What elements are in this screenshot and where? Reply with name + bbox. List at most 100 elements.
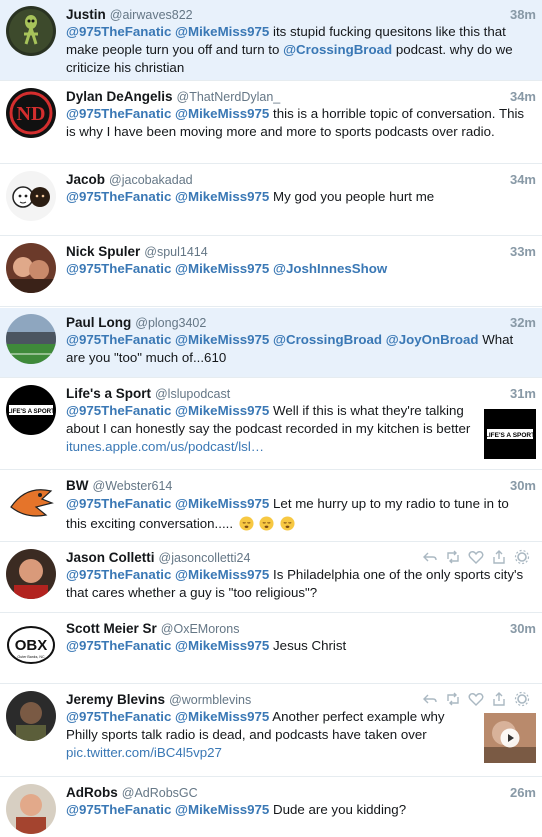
mention-link[interactable]: @CrossingBroad bbox=[283, 42, 392, 57]
mention-link[interactable]: @975TheFanatic bbox=[66, 24, 171, 39]
tweet-item[interactable]: Jacob @jacobakadad 34m @975TheFanatic @Mi… bbox=[0, 165, 542, 236]
mention-link[interactable]: @975TheFanatic bbox=[66, 403, 171, 418]
mention-link[interactable]: @975TheFanatic bbox=[66, 189, 171, 204]
timestamp[interactable]: 32m bbox=[510, 314, 536, 331]
mention-link[interactable]: @975TheFanatic bbox=[66, 802, 171, 817]
user-handle[interactable]: @lslupodcast bbox=[155, 387, 230, 401]
display-name[interactable]: Scott Meier Sr bbox=[66, 621, 157, 636]
reply-icon[interactable] bbox=[422, 549, 438, 565]
mention-link[interactable]: @MikeMiss975 bbox=[175, 403, 269, 418]
like-icon[interactable] bbox=[468, 691, 484, 707]
avatar[interactable]: OBX Outer Banks, NC bbox=[6, 620, 56, 670]
tweet-item[interactable]: ND Dylan DeAngelis @ThatNerdDylan_ 34m @9… bbox=[0, 82, 542, 164]
avatar[interactable] bbox=[6, 171, 56, 221]
mention-link[interactable]: @MikeMiss975 bbox=[175, 709, 269, 724]
mention-link[interactable]: @MikeMiss975 bbox=[175, 24, 269, 39]
user-handle[interactable]: @ThatNerdDylan_ bbox=[177, 90, 281, 104]
tweet-item[interactable]: Jeremy Blevins @wormblevins @975TheFanati… bbox=[0, 685, 542, 777]
user-handle[interactable]: @jacobakadad bbox=[109, 173, 193, 187]
tweet-item[interactable]: Nick Spuler @spul1414 33m @975TheFanatic … bbox=[0, 237, 542, 307]
mention-link[interactable]: @975TheFanatic bbox=[66, 261, 171, 276]
timestamp[interactable]: 33m bbox=[510, 243, 536, 260]
tweet-header: Jeremy Blevins @wormblevins bbox=[66, 691, 536, 709]
url-link[interactable]: itunes.apple.com/us/podcast/lsl… bbox=[66, 439, 264, 454]
display-name[interactable]: Jacob bbox=[66, 172, 105, 187]
share-icon[interactable] bbox=[491, 691, 507, 707]
timestamp[interactable]: 38m bbox=[510, 6, 536, 23]
mention-link[interactable]: @CrossingBroad bbox=[273, 332, 382, 347]
mention-link[interactable]: @MikeMiss975 bbox=[175, 496, 269, 511]
user-handle[interactable]: @OxEMorons bbox=[161, 622, 240, 636]
mention-link[interactable]: @MikeMiss975 bbox=[175, 802, 269, 817]
mention-link[interactable]: @975TheFanatic bbox=[66, 567, 171, 582]
display-name[interactable]: AdRobs bbox=[66, 785, 118, 800]
user-handle[interactable]: @AdRobsGC bbox=[122, 786, 198, 800]
retweet-icon[interactable] bbox=[445, 549, 461, 565]
display-name[interactable]: Jeremy Blevins bbox=[66, 692, 165, 707]
mention-link[interactable]: @JoshInnesShow bbox=[273, 261, 387, 276]
mention-link[interactable]: @975TheFanatic bbox=[66, 638, 171, 653]
share-icon[interactable] bbox=[491, 549, 507, 565]
display-name[interactable]: Dylan DeAngelis bbox=[66, 89, 173, 104]
timestamp[interactable]: 34m bbox=[510, 88, 536, 105]
tweet-item[interactable]: AdRobs @AdRobsGC 26m @975TheFanatic @Mike… bbox=[0, 778, 542, 837]
like-icon[interactable] bbox=[468, 549, 484, 565]
video-thumbnail[interactable] bbox=[484, 713, 536, 763]
user-handle[interactable]: @spul1414 bbox=[144, 245, 207, 259]
mention-link[interactable]: @975TheFanatic bbox=[66, 106, 171, 121]
mention-link[interactable]: @MikeMiss975 bbox=[175, 638, 269, 653]
tweet-body-text: My god you people hurt me bbox=[273, 189, 435, 204]
avatar[interactable] bbox=[6, 314, 56, 364]
avatar[interactable]: LIFE'S A SPORT bbox=[6, 385, 56, 435]
avatar[interactable] bbox=[6, 477, 56, 527]
display-name[interactable]: BW bbox=[66, 478, 89, 493]
avatar[interactable] bbox=[6, 6, 56, 56]
stadium-avatar-icon bbox=[6, 314, 56, 364]
user-handle[interactable]: @wormblevins bbox=[169, 693, 251, 707]
reply-icon[interactable] bbox=[422, 691, 438, 707]
mention-link[interactable]: @975TheFanatic bbox=[66, 496, 171, 511]
timestamp[interactable]: 31m bbox=[510, 385, 536, 402]
retweet-icon[interactable] bbox=[445, 691, 461, 707]
display-name[interactable]: Life's a Sport bbox=[66, 386, 151, 401]
display-name[interactable]: Justin bbox=[66, 7, 106, 22]
mention-link[interactable]: @MikeMiss975 bbox=[175, 189, 269, 204]
avatar[interactable] bbox=[6, 691, 56, 741]
avatar[interactable] bbox=[6, 243, 56, 293]
mention-link[interactable]: @MikeMiss975 bbox=[175, 567, 269, 582]
avatar[interactable] bbox=[6, 784, 56, 834]
mention-link[interactable]: @975TheFanatic bbox=[66, 709, 171, 724]
podcast-logo-thumbnail: LIFE'S A SPORT bbox=[484, 409, 536, 459]
tweet-text: @975TheFanatic @MikeMiss975 Another perf… bbox=[66, 708, 472, 762]
timestamp[interactable]: 30m bbox=[510, 477, 536, 494]
avatar[interactable] bbox=[6, 549, 56, 599]
user-handle[interactable]: @jasoncolletti24 bbox=[159, 551, 251, 565]
display-name[interactable]: Jason Colletti bbox=[66, 550, 155, 565]
tweet-item[interactable]: BW @Webster614 30m @975TheFanatic @MikeMi… bbox=[0, 471, 542, 542]
tweet-item[interactable]: OBX Outer Banks, NC Scott Meier Sr @OxEMo… bbox=[0, 614, 542, 684]
mention-link[interactable]: @JoyOnBroad bbox=[386, 332, 479, 347]
tweet-item[interactable]: Jason Colletti @jasoncolletti24 @975TheFa… bbox=[0, 543, 542, 613]
mention-link[interactable]: @MikeMiss975 bbox=[175, 106, 269, 121]
user-handle[interactable]: @plong3402 bbox=[135, 316, 206, 330]
timestamp[interactable]: 30m bbox=[510, 620, 536, 637]
mention-link[interactable]: @MikeMiss975 bbox=[175, 332, 269, 347]
timestamp[interactable]: 34m bbox=[510, 171, 536, 188]
media-thumbnail[interactable]: LIFE'S A SPORT bbox=[484, 409, 536, 459]
display-name[interactable]: Nick Spuler bbox=[66, 244, 140, 259]
tweet-feed: Justin @airwaves822 38m @975TheFanatic @M… bbox=[0, 0, 542, 837]
tweet-item[interactable]: Justin @airwaves822 38m @975TheFanatic @M… bbox=[0, 0, 542, 81]
user-handle[interactable]: @airwaves822 bbox=[110, 8, 193, 22]
url-link[interactable]: pic.twitter.com/iBC4l5vp27 bbox=[66, 745, 222, 760]
user-handle[interactable]: @Webster614 bbox=[93, 479, 173, 493]
mention-link[interactable]: @975TheFanatic bbox=[66, 332, 171, 347]
play-icon[interactable] bbox=[500, 728, 520, 748]
tweet-item[interactable]: LIFE'S A SPORT Life's a Sport @lslupodcas… bbox=[0, 379, 542, 470]
tweet-item[interactable]: Paul Long @plong3402 32m @975TheFanatic @… bbox=[0, 308, 542, 378]
mention-link[interactable]: @MikeMiss975 bbox=[175, 261, 269, 276]
gear-icon[interactable] bbox=[514, 691, 530, 707]
display-name[interactable]: Paul Long bbox=[66, 315, 131, 330]
gear-icon[interactable] bbox=[514, 549, 530, 565]
timestamp[interactable]: 26m bbox=[510, 784, 536, 801]
avatar[interactable]: ND bbox=[6, 88, 56, 138]
